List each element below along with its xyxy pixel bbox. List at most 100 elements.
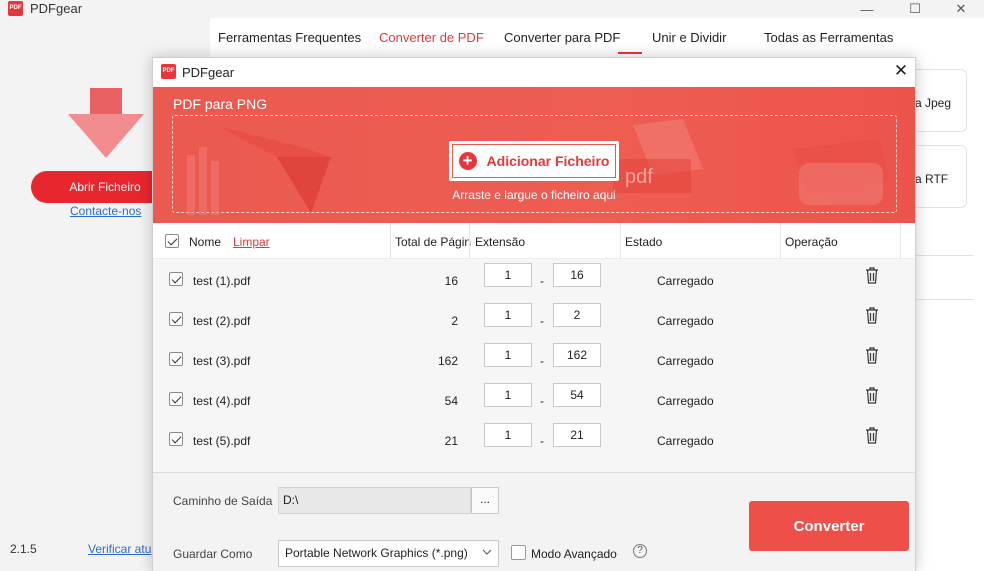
row-checkbox[interactable] bbox=[169, 352, 183, 366]
divider bbox=[915, 255, 973, 256]
tab-all-tools[interactable]: Todas as Ferramentas bbox=[764, 30, 893, 45]
header-status: Estado bbox=[625, 235, 663, 249]
range-from-input[interactable]: 1 bbox=[484, 343, 532, 367]
app-title: PDFgear bbox=[30, 1, 83, 16]
save-as-label: Guardar Como bbox=[173, 547, 253, 561]
row-checkbox[interactable] bbox=[169, 392, 183, 406]
contact-link[interactable]: Contacte-nos bbox=[70, 204, 141, 218]
range-from-input[interactable]: 1 bbox=[484, 383, 532, 407]
clear-link[interactable]: Limpar bbox=[233, 235, 270, 249]
range-from-input[interactable]: 1 bbox=[484, 423, 532, 447]
range-to-input[interactable]: 162 bbox=[553, 343, 601, 367]
chevron-down-icon bbox=[482, 549, 492, 555]
delete-icon[interactable] bbox=[865, 347, 879, 364]
page-count: 54 bbox=[444, 394, 458, 408]
header-total-pages: Total de Págin bbox=[395, 235, 472, 249]
file-status: Carregado bbox=[657, 354, 714, 368]
page-count: 21 bbox=[444, 434, 458, 448]
column-separator bbox=[620, 223, 621, 259]
version-label: 2.1.5 bbox=[10, 542, 37, 556]
table-row: test (4).pdf 54 1 - 54 Carregado bbox=[153, 381, 915, 421]
file-name: test (3).pdf bbox=[193, 354, 251, 368]
select-all-checkbox[interactable] bbox=[165, 234, 179, 248]
row-checkbox[interactable] bbox=[169, 272, 183, 286]
header-name: Nome bbox=[189, 235, 222, 249]
table-row: test (1).pdf 16 1 - 16 Carregado bbox=[153, 261, 915, 301]
file-name: test (4).pdf bbox=[193, 394, 251, 408]
header-range: Extensão bbox=[475, 235, 526, 249]
table-row: test (2).pdf 2 1 - 2 Carregado bbox=[153, 301, 915, 341]
column-separator bbox=[900, 223, 901, 259]
page-count: 16 bbox=[444, 274, 458, 288]
file-table-header: Nome Limpar Total de Págin Extensão Esta… bbox=[153, 223, 915, 259]
tab-convert-to-pdf[interactable]: Converter para PDF bbox=[504, 30, 620, 45]
column-separator bbox=[469, 223, 470, 259]
drag-hint: Arraste e largue o ficheiro aqui bbox=[452, 188, 616, 202]
convert-button[interactable]: Converter bbox=[749, 501, 909, 551]
file-name: test (1).pdf bbox=[193, 274, 251, 288]
browse-button[interactable]: ... bbox=[471, 487, 499, 514]
tab-merge-split[interactable]: Unir e Dividir bbox=[652, 30, 726, 45]
save-as-select[interactable]: Portable Network Graphics (*.png) bbox=[278, 540, 499, 567]
range-to-input[interactable]: 16 bbox=[553, 263, 601, 287]
close-window-button[interactable]: ✕ bbox=[938, 0, 984, 18]
file-status: Carregado bbox=[657, 314, 714, 328]
convert-dialog: PDF PDFgear ✕ PDF para PNG pdf + Adicion… bbox=[152, 57, 916, 571]
decorative-arrow-icon bbox=[187, 127, 331, 215]
save-as-value: Portable Network Graphics (*.png) bbox=[285, 546, 468, 560]
row-checkbox[interactable] bbox=[169, 312, 183, 326]
range-to-input[interactable]: 54 bbox=[553, 383, 601, 407]
advanced-mode-checkbox[interactable] bbox=[511, 545, 526, 560]
advanced-mode-label: Modo Avançado bbox=[531, 547, 617, 561]
help-icon[interactable]: ? bbox=[633, 544, 647, 558]
output-path-label: Caminho de Saída bbox=[173, 494, 273, 508]
table-row: test (3).pdf 162 1 - 162 Carregado bbox=[153, 341, 915, 381]
dialog-close-button[interactable]: ✕ bbox=[891, 61, 911, 83]
page-count: 162 bbox=[437, 354, 458, 368]
active-tab-indicator bbox=[618, 52, 642, 54]
range-to-input[interactable]: 21 bbox=[553, 423, 601, 447]
dialog-logo-icon: PDF bbox=[161, 64, 176, 79]
dialog-title-bar: PDF PDFgear ✕ bbox=[153, 58, 915, 87]
tool-card-rtf-label: a RTF bbox=[915, 172, 949, 186]
download-arrow-icon bbox=[68, 88, 144, 158]
range-to-input[interactable]: 2 bbox=[553, 303, 601, 327]
top-nav: Ferramentas Frequentes Converter de PDF … bbox=[210, 18, 984, 58]
check-updates-link[interactable]: Verificar atu bbox=[88, 542, 151, 556]
delete-icon[interactable] bbox=[865, 427, 879, 444]
range-separator: - bbox=[540, 394, 544, 408]
file-table-body: test (1).pdf 16 1 - 16 Carregado test (2… bbox=[153, 259, 915, 472]
range-separator: - bbox=[540, 434, 544, 448]
dialog-footer: Caminho de Saída D:\ ... Guardar Como Po… bbox=[153, 472, 915, 571]
range-from-input[interactable]: 1 bbox=[484, 303, 532, 327]
add-file-label: Adicionar Ficheiro bbox=[486, 153, 610, 169]
range-from-input[interactable]: 1 bbox=[484, 263, 532, 287]
page-count: 2 bbox=[451, 314, 458, 328]
range-separator: - bbox=[540, 274, 544, 288]
tab-convert-from-pdf[interactable]: Converter de PDF bbox=[379, 30, 484, 45]
app-logo-icon: PDF bbox=[8, 1, 23, 16]
tab-frequent-tools[interactable]: Ferramentas Frequentes bbox=[218, 30, 361, 45]
delete-icon[interactable] bbox=[865, 387, 879, 404]
delete-icon[interactable] bbox=[865, 267, 879, 284]
add-file-button[interactable]: + Adicionar Ficheiro bbox=[449, 141, 619, 181]
file-status: Carregado bbox=[657, 394, 714, 408]
tool-card-jpeg-label: a Jpeg bbox=[915, 96, 952, 110]
output-path-field[interactable]: D:\ bbox=[278, 487, 471, 514]
title-bar: PDF PDFgear — ☐ ✕ bbox=[0, 0, 984, 18]
column-separator bbox=[390, 223, 391, 259]
file-status: Carregado bbox=[657, 274, 714, 288]
file-name: test (2).pdf bbox=[193, 314, 251, 328]
maximize-button[interactable]: ☐ bbox=[892, 0, 938, 18]
minimize-button[interactable]: — bbox=[844, 0, 890, 18]
divider bbox=[915, 299, 973, 300]
header-operation: Operação bbox=[785, 235, 838, 249]
upload-banner: PDF para PNG pdf + Adicionar Ficheiro Ar… bbox=[153, 87, 915, 223]
delete-icon[interactable] bbox=[865, 307, 879, 324]
range-separator: - bbox=[540, 354, 544, 368]
column-separator bbox=[780, 223, 781, 259]
dialog-title: PDFgear bbox=[182, 65, 235, 80]
row-checkbox[interactable] bbox=[169, 432, 183, 446]
plus-icon: + bbox=[458, 152, 477, 170]
decorative-document-icon: pdf bbox=[613, 119, 889, 205]
